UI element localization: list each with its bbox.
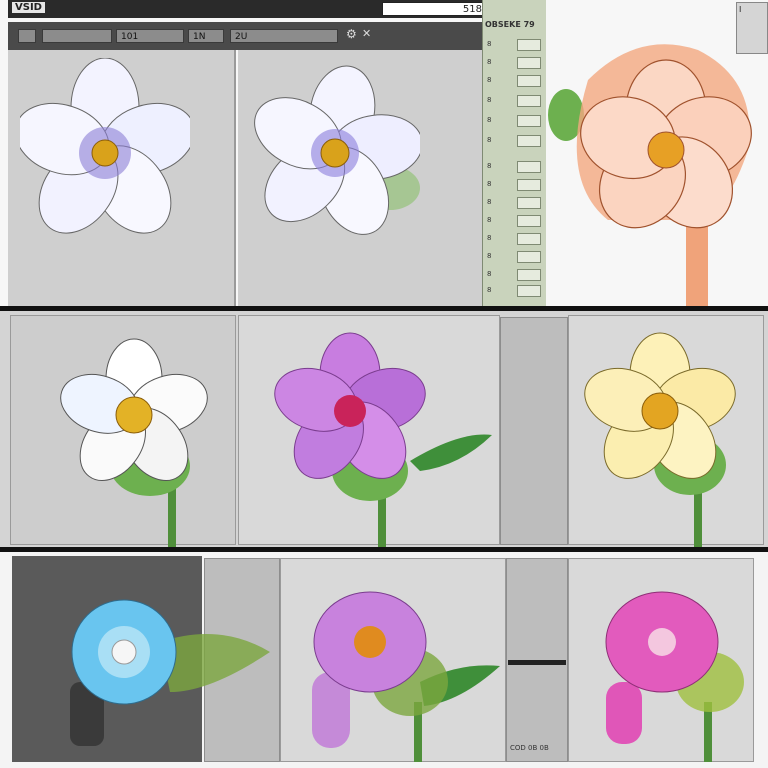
sidebar-row[interactable]: 8: [487, 196, 543, 210]
sidebar-row[interactable]: 8: [487, 232, 543, 246]
toolbar-field-2[interactable]: [42, 29, 112, 43]
sidebar-row-button[interactable]: [517, 233, 541, 245]
sidebar-row-button[interactable]: [517, 197, 541, 209]
toolbar: 101 1N 2U ⚙ ✕: [8, 22, 484, 50]
sidebar-row[interactable]: 8: [487, 74, 543, 88]
sidebar-row-label: 8: [487, 286, 492, 294]
sidebar-row-button[interactable]: [517, 57, 541, 69]
toolbar-field-5[interactable]: 2U: [230, 29, 338, 43]
sidebar-row[interactable]: 8: [487, 284, 543, 298]
flower-image-1: [20, 58, 190, 234]
middle-band: [0, 311, 768, 547]
sidebar-row[interactable]: 8: [487, 38, 543, 52]
toolbar-field-4[interactable]: 1N: [188, 29, 224, 43]
flower-image-4: [274, 332, 492, 547]
sidebar-row-label: 8: [487, 180, 492, 188]
sidebar-row[interactable]: 8: [487, 114, 543, 128]
sidebar-row-button[interactable]: [517, 75, 541, 87]
close-icon[interactable]: ✕: [362, 27, 371, 40]
sidebar-row-label: 8: [487, 234, 492, 242]
sidebar-row-label: 8: [487, 76, 492, 84]
sidebar-row-button[interactable]: [517, 269, 541, 281]
sidebar-row-button[interactable]: [517, 251, 541, 263]
panel-c[interactable]: [500, 317, 568, 545]
sidebar-row[interactable]: 8: [487, 56, 543, 70]
flower-image-2: [254, 65, 420, 235]
sidebar-row-label: 8: [487, 162, 492, 170]
sidebar-row-label: 8: [487, 198, 492, 206]
sidebar-row-button[interactable]: [517, 215, 541, 227]
sidebar-row[interactable]: 8: [487, 214, 543, 228]
sidebar-row-button[interactable]: [517, 285, 541, 297]
flower-image-6: [70, 599, 270, 746]
sidebar-row-label: 8: [487, 252, 492, 260]
zoom-field[interactable]: 518: [382, 2, 486, 16]
panel-bar: [508, 660, 566, 665]
toolbar-field-3[interactable]: 101: [116, 29, 184, 43]
mini-control-value: I: [739, 5, 742, 14]
flower-image-peach: [548, 44, 752, 306]
sidebar-row-label: 8: [487, 136, 492, 144]
sidebar-row[interactable]: 8: [487, 94, 543, 108]
title-bar: VSID 518: [8, 0, 486, 18]
flower-image-7: [312, 591, 500, 762]
flower-image-5: [584, 332, 736, 547]
sidebar-row[interactable]: 8: [487, 178, 543, 192]
sidebar-header: OBSEKE 79: [485, 20, 535, 29]
app-brand: VSID: [12, 2, 45, 13]
gear-icon[interactable]: ⚙: [346, 27, 357, 41]
sidebar-row-button[interactable]: [517, 39, 541, 51]
toolbar-field-1[interactable]: [18, 29, 36, 43]
bottom-band: COD 0B 0B: [0, 552, 768, 768]
sidebar-row-button[interactable]: [517, 95, 541, 107]
sidebar-row-button[interactable]: [517, 115, 541, 127]
sidebar-row-label: 8: [487, 116, 492, 124]
mini-control[interactable]: I: [736, 2, 768, 54]
sidebar-row-button[interactable]: [517, 161, 541, 173]
sidebar-row-button[interactable]: [517, 179, 541, 191]
sidebar-row-label: 8: [487, 96, 492, 104]
sidebar-row-label: 8: [487, 58, 492, 66]
flower-image-3: [60, 338, 208, 547]
sidebar-row[interactable]: 8: [487, 134, 543, 148]
sidebar-row-button[interactable]: [517, 135, 541, 147]
sidebar-row-label: 8: [487, 216, 492, 224]
status-label: COD 0B 0B: [510, 744, 549, 752]
top-band: VSID 518 101 1N 2U ⚙ ✕ OBSEKE 79 8 8 8 8…: [0, 0, 768, 306]
flower-image-8: [605, 591, 744, 762]
sidebar-row[interactable]: 8: [487, 250, 543, 264]
sidebar-row-label: 8: [487, 40, 492, 48]
properties-sidebar: OBSEKE 79 8 8 8 8 8 8 8 8 8 8 8 8 8 8: [482, 0, 546, 306]
sidebar-row[interactable]: 8: [487, 268, 543, 282]
sidebar-row[interactable]: 8: [487, 160, 543, 174]
sidebar-row-label: 8: [487, 270, 492, 278]
